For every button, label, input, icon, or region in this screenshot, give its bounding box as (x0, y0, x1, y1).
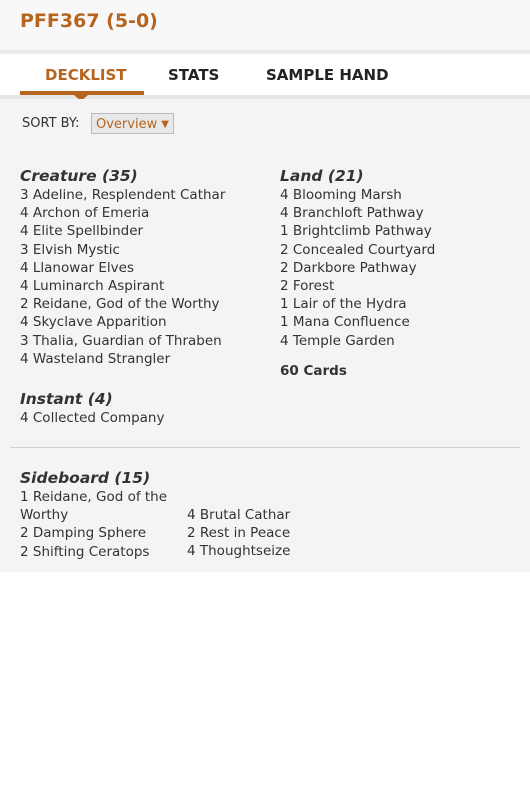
card-entry[interactable]: 4 Thoughtseize (187, 542, 290, 560)
sort-label: SORT BY: (22, 116, 80, 131)
sideboard-column-1: 1 Reidane, God of the Worthy 2 Damping S… (20, 488, 170, 561)
card-entry[interactable]: 4 Archon of Emeria (20, 204, 225, 222)
card-entry[interactable]: 4 Luminarch Aspirant (20, 277, 225, 295)
deck-header: PFF367 (5-0) (0, 0, 530, 54)
sort-select[interactable]: Overview ▼ (91, 113, 174, 134)
sort-select-value: Overview (96, 117, 158, 132)
left-column: Creature (35) 3 Adeline, Resplendent Cat… (20, 166, 225, 427)
section-heading-sideboard: Sideboard (15) (20, 469, 151, 487)
section-heading-land: Land (21) (280, 167, 364, 185)
card-entry[interactable]: 3 Elvish Mystic (20, 241, 225, 259)
card-entry[interactable]: 4 Temple Garden (280, 332, 435, 350)
card-entry[interactable]: 4 Llanowar Elves (20, 259, 225, 277)
card-entry[interactable]: 2 Forest (280, 277, 435, 295)
card-entry[interactable]: 2 Rest in Peace (187, 524, 290, 542)
card-entry[interactable]: 2 Reidane, God of the Worthy (20, 295, 225, 313)
chevron-down-icon: ▼ (161, 119, 169, 130)
deck-title: PFF367 (5-0) (20, 10, 158, 32)
card-entry[interactable]: 2 Darkbore Pathway (280, 259, 435, 277)
right-column: Land (21) 4 Blooming Marsh 4 Branchloft … (280, 166, 435, 379)
card-entry[interactable]: 1 Brightclimb Pathway (280, 222, 435, 240)
card-entry[interactable]: 2 Damping Sphere (20, 524, 170, 542)
card-entry[interactable]: 4 Elite Spellbinder (20, 222, 225, 240)
card-entry[interactable]: 4 Wasteland Strangler (20, 350, 225, 368)
tab-decklist[interactable]: DECKLIST (45, 66, 127, 84)
card-entry[interactable]: 4 Blooming Marsh (280, 186, 435, 204)
card-entry[interactable]: 4 Branchloft Pathway (280, 204, 435, 222)
card-entry[interactable]: 3 Adeline, Resplendent Cathar (20, 186, 225, 204)
card-entry[interactable]: 1 Mana Confluence (280, 313, 435, 331)
section-heading-instant: Instant (4) (20, 389, 113, 408)
card-entry[interactable]: 2 Concealed Courtyard (280, 241, 435, 259)
decklist-panel: SORT BY: Overview ▼ Creature (35) 3 Adel… (0, 99, 530, 572)
section-divider (10, 447, 520, 448)
card-entry[interactable]: 4 Brutal Cathar (187, 506, 290, 524)
tab-stats[interactable]: STATS (168, 66, 219, 84)
tab-sample-hand[interactable]: SAMPLE HAND (266, 66, 389, 84)
card-entry[interactable]: 1 Reidane, God of the Worthy (20, 488, 170, 524)
card-entry[interactable]: 4 Skyclave Apparition (20, 313, 225, 331)
card-entry[interactable]: 3 Thalia, Guardian of Thraben (20, 332, 225, 350)
sideboard-section: Sideboard (15) (20, 468, 150, 488)
card-entry[interactable]: 1 Lair of the Hydra (280, 295, 435, 313)
card-entry[interactable]: 2 Shifting Ceratops (20, 543, 170, 561)
sideboard-column-2: 4 Brutal Cathar 2 Rest in Peace 4 Though… (187, 506, 290, 561)
section-heading-creature: Creature (35) (20, 167, 138, 185)
tab-bar: DECKLIST STATS SAMPLE HAND (0, 54, 530, 101)
deck-total: 60 Cards (280, 362, 347, 379)
card-entry[interactable]: 4 Collected Company (20, 409, 225, 427)
